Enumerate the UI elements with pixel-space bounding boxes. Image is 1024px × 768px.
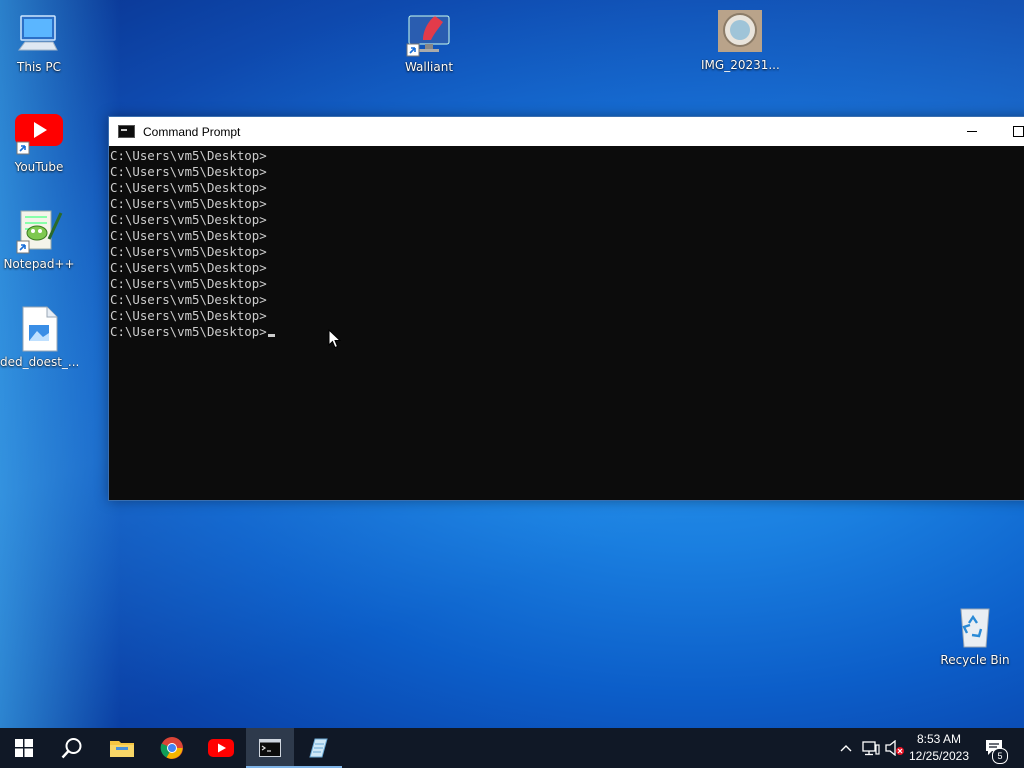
youtube-button[interactable] — [197, 728, 245, 768]
chevron-up-icon — [840, 745, 852, 752]
this-pc-icon — [15, 10, 63, 58]
youtube-icon — [208, 739, 234, 757]
chrome-icon — [160, 737, 183, 759]
clock-time: 8:53 AM — [916, 732, 962, 746]
desktop-icon-label: Walliant — [404, 60, 454, 74]
command-prompt-icon — [259, 739, 281, 757]
console-line: C:\Users\vm5\Desktop> — [110, 292, 267, 307]
console-prompt-line[interactable]: C:\Users\vm5\Desktop> — [110, 324, 1024, 340]
minimize-button[interactable] — [949, 117, 995, 146]
console-line: C:\Users\vm5\Desktop> — [110, 260, 267, 275]
photo-thumbnail-icon — [716, 8, 764, 56]
console-output[interactable]: C:\Users\vm5\Desktop> C:\Users\vm5\Deskt… — [109, 147, 1024, 500]
console-line: C:\Users\vm5\Desktop> — [110, 180, 267, 195]
mouse-pointer-icon — [328, 328, 342, 353]
console-line: C:\Users\vm5\Desktop> — [110, 276, 267, 291]
console-line: C:\Users\vm5\Desktop> — [110, 212, 267, 227]
desktop-icon-notepadpp[interactable]: Notepad++ — [0, 207, 78, 271]
file-explorer-icon — [110, 741, 134, 757]
maximize-button[interactable] — [995, 117, 1024, 146]
search-button[interactable] — [48, 728, 96, 768]
desktop-icon-label: YouTube — [14, 160, 64, 174]
chrome-button[interactable] — [148, 728, 196, 768]
desktop-icon-youtube[interactable]: YouTube — [0, 110, 78, 174]
console-line: C:\Users\vm5\Desktop> — [110, 308, 267, 323]
window-titlebar[interactable]: Command Prompt — [109, 117, 1024, 146]
desktop-icon-this-pc[interactable]: This PC — [0, 10, 78, 74]
notepad-icon — [309, 738, 328, 758]
minimize-icon — [967, 131, 977, 132]
network-button[interactable] — [860, 728, 882, 768]
desktop-icon-label: This PC — [17, 60, 61, 74]
taskbar: 8:53 AM 12/25/2023 5 — [0, 728, 1024, 768]
recycle-bin-icon — [951, 603, 999, 651]
command-prompt-icon — [118, 125, 135, 138]
search-icon — [61, 738, 82, 759]
console-line: C:\Users\vm5\Desktop> — [110, 196, 267, 211]
notepad-taskbar-button[interactable] — [294, 728, 342, 768]
volume-button[interactable] — [884, 728, 906, 768]
action-center-button[interactable]: 5 — [980, 728, 1010, 768]
start-button[interactable] — [0, 728, 48, 768]
text-cursor — [267, 334, 275, 337]
desktop-icon-label: ded_doest_... — [0, 355, 78, 369]
maximize-icon — [1012, 126, 1024, 137]
youtube-shortcut-icon — [15, 110, 63, 158]
console-line: C:\Users\vm5\Desktop> — [110, 228, 267, 243]
notepadpp-icon — [15, 207, 63, 255]
windows-logo-icon — [15, 739, 33, 757]
network-icon — [862, 741, 880, 756]
image-file-icon — [15, 305, 63, 353]
console-prompt: C:\Users\vm5\Desktop> — [110, 324, 267, 339]
notification-count-badge: 5 — [992, 748, 1008, 764]
console-line: C:\Users\vm5\Desktop> — [110, 148, 267, 163]
desktop-icon-label: IMG_20231... — [701, 58, 779, 72]
show-hidden-icons-button[interactable] — [836, 728, 856, 768]
console-line: C:\Users\vm5\Desktop> — [110, 164, 267, 179]
desktop-icon-img-photo[interactable]: IMG_20231... — [701, 8, 779, 72]
desktop-icon-label: Notepad++ — [3, 257, 75, 271]
window-title: Command Prompt — [143, 124, 241, 139]
desktop-icon-label: Recycle Bin — [940, 653, 1010, 667]
console-line: C:\Users\vm5\Desktop> — [110, 244, 267, 259]
taskbar-clock[interactable]: 8:53 AM 12/25/2023 — [904, 731, 974, 765]
volume-muted-icon — [885, 740, 904, 756]
desktop-icon-image-file[interactable]: ded_doest_... — [0, 305, 78, 369]
desktop-icon-walliant[interactable]: Walliant — [390, 10, 468, 74]
file-explorer-button[interactable] — [98, 728, 146, 768]
clock-date: 12/25/2023 — [908, 749, 970, 763]
desktop-icon-recycle-bin[interactable]: Recycle Bin — [936, 603, 1014, 667]
command-prompt-taskbar-button[interactable] — [246, 728, 294, 768]
walliant-icon — [405, 10, 453, 58]
command-prompt-window[interactable]: Command Prompt C:\Users\vm5\Desktop> C:\… — [108, 116, 1024, 501]
